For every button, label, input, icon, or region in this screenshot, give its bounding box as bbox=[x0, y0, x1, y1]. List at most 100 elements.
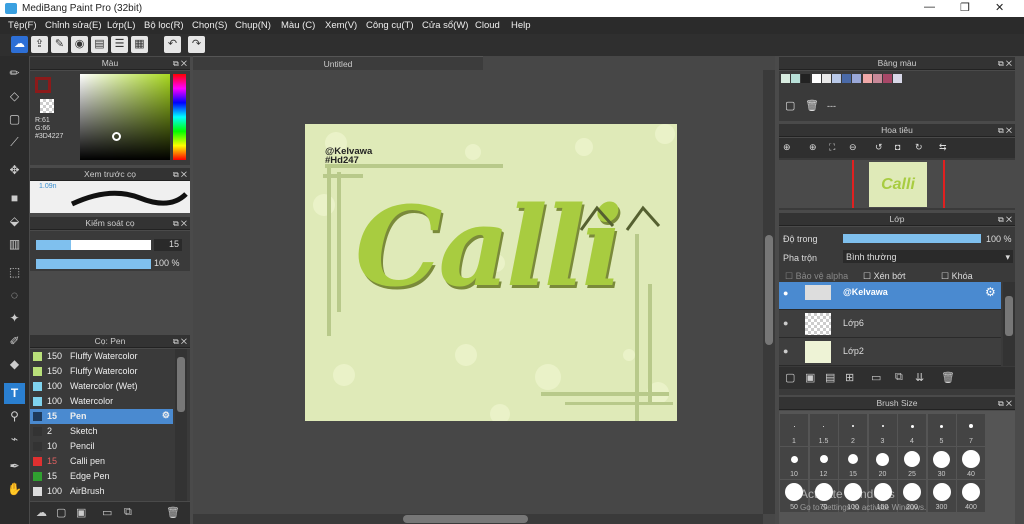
brush-size-cell[interactable]: 25 bbox=[898, 447, 926, 479]
brush-size-cell[interactable]: 15 bbox=[839, 447, 867, 479]
brush-list-item[interactable]: 150 Fluffy Watercolor bbox=[30, 349, 173, 364]
line-tool-icon[interactable]: ⟋ bbox=[4, 132, 25, 153]
brush-size-cell[interactable]: 40 bbox=[957, 447, 985, 479]
lasso-tool-icon[interactable]: ◌ bbox=[4, 285, 25, 306]
brush-size-cell[interactable]: 7 bbox=[957, 414, 985, 446]
menu-capture[interactable]: Chụp(N) bbox=[235, 20, 271, 31]
select-eraser-icon[interactable]: ◆ bbox=[4, 354, 25, 375]
brush-settings-icon[interactable]: ⚙ bbox=[162, 410, 170, 421]
palette-swatch[interactable] bbox=[832, 74, 841, 83]
palette-swatch[interactable] bbox=[862, 74, 872, 83]
brush-list-item[interactable]: 100 AirBrush bbox=[30, 484, 173, 499]
artboard[interactable]: @Kelvawa #Hd247 Calli bbox=[305, 124, 677, 421]
hue-slider[interactable] bbox=[173, 74, 186, 160]
select-tool-icon[interactable]: ⬚ bbox=[4, 262, 25, 283]
size-slider[interactable] bbox=[36, 240, 151, 250]
folder-icon[interactable]: ▭ bbox=[102, 506, 112, 519]
delete-palette-icon[interactable]: 🗑 bbox=[805, 99, 819, 112]
navigator-thumbnail-area[interactable]: Calli bbox=[779, 160, 1015, 208]
merge-layer-icon[interactable]: ⇊ bbox=[915, 371, 924, 384]
flip-icon[interactable]: ⇆ bbox=[939, 142, 947, 153]
duplicate-icon[interactable]: ⧉ bbox=[124, 506, 132, 519]
rotate-right-icon[interactable]: ↻ bbox=[915, 142, 923, 153]
tab-untitled[interactable]: Untitled bbox=[193, 56, 483, 70]
layer-row[interactable]: ● Lớp6 bbox=[779, 310, 1001, 338]
menu-view[interactable]: Xem(V) bbox=[325, 20, 357, 31]
brush-list-item[interactable]: 100 Watercolor bbox=[30, 394, 173, 409]
layer-row[interactable]: ● Lớp2 bbox=[779, 338, 1001, 366]
eraser-tool-icon[interactable]: ◇ bbox=[4, 86, 25, 107]
delete-brush-icon[interactable]: 🗑 bbox=[166, 506, 180, 519]
alpha-protect-checkbox[interactable]: ☐ Bảo vệ alpha bbox=[785, 271, 848, 282]
palette-swatch[interactable] bbox=[801, 74, 811, 83]
menu-color[interactable]: Màu (C) bbox=[281, 20, 315, 31]
brush-list-item[interactable]: 15 Edge Pen bbox=[30, 469, 173, 484]
layer-opacity-slider[interactable] bbox=[843, 234, 981, 243]
close-button[interactable]: ✕ bbox=[995, 1, 1004, 14]
brush-size-cell[interactable]: 20 bbox=[868, 447, 897, 479]
foreground-color-swatch[interactable] bbox=[35, 77, 51, 93]
layer-scrollbar[interactable] bbox=[1003, 282, 1015, 366]
menu-cloud[interactable]: Cloud bbox=[475, 20, 500, 31]
operation-tool-icon[interactable]: ⚲ bbox=[4, 406, 25, 427]
zoom-in-icon[interactable]: ⊕ bbox=[783, 142, 791, 153]
new-brush-icon[interactable]: ▢ bbox=[56, 506, 66, 519]
brush-scrollbar[interactable] bbox=[175, 349, 187, 501]
new-palette-icon[interactable]: ▢ bbox=[785, 99, 795, 112]
add-brush-icon[interactable]: ▣ bbox=[76, 506, 86, 519]
brush-list-item[interactable]: 15 Pen ⚙ bbox=[30, 409, 173, 424]
palette-swatch[interactable] bbox=[781, 74, 790, 83]
brush-size-cell[interactable]: 30 bbox=[927, 447, 956, 479]
redo-icon[interactable]: ↷ bbox=[188, 36, 205, 53]
layer-row[interactable]: ● @Kelvawa ⚙ bbox=[779, 282, 1001, 310]
color-picker-cursor[interactable] bbox=[112, 132, 121, 141]
background-color-swatch[interactable] bbox=[40, 99, 54, 113]
chat-icon[interactable]: ◉ bbox=[71, 36, 88, 53]
palette-swatch[interactable] bbox=[791, 74, 801, 83]
minimize-button[interactable]: — bbox=[924, 1, 935, 13]
brush-size-cell[interactable]: 300 bbox=[927, 480, 956, 512]
brush-size-cell[interactable]: 12 bbox=[809, 447, 838, 479]
blend-select[interactable]: Bình thường ▾ bbox=[843, 250, 1013, 263]
brush-list-item[interactable]: 15 Calli pen bbox=[30, 454, 173, 469]
brush-size-cell[interactable]: 1.5 bbox=[809, 414, 838, 446]
reset-icon[interactable]: ◘ bbox=[895, 142, 900, 152]
magic-wand-icon[interactable]: ✦ bbox=[4, 308, 25, 329]
visibility-icon[interactable]: ● bbox=[783, 346, 788, 356]
layer-folder-icon[interactable]: ▭ bbox=[871, 371, 881, 384]
brush-size-cell[interactable]: 4 bbox=[898, 414, 926, 446]
palette-swatch[interactable] bbox=[821, 74, 831, 83]
upload-icon[interactable]: ⇪ bbox=[31, 36, 48, 53]
menu-window[interactable]: Cửa sổ(W) bbox=[422, 20, 468, 31]
comment-icon[interactable]: ✎ bbox=[51, 36, 68, 53]
menu-file[interactable]: Tệp(F) bbox=[8, 20, 37, 31]
menu-select[interactable]: Chọn(S) bbox=[192, 20, 227, 31]
new-halftone-layer-icon[interactable]: ▣ bbox=[805, 371, 815, 384]
pen-tool-icon[interactable]: ✒ bbox=[4, 456, 25, 477]
palette-swatch[interactable] bbox=[883, 74, 892, 83]
saturation-value-picker[interactable] bbox=[80, 74, 170, 160]
gradient-tool-icon[interactable]: ▥ bbox=[4, 234, 25, 255]
bucket-tool-icon[interactable]: ⬙ bbox=[4, 211, 25, 232]
cloud-brush-icon[interactable]: ☁ bbox=[36, 506, 47, 519]
menu-filter[interactable]: Bộ lọc(R) bbox=[144, 20, 184, 31]
palette-swatch[interactable] bbox=[811, 74, 821, 83]
fill-rect-tool-icon[interactable]: ■ bbox=[4, 188, 25, 209]
new-layer-icon[interactable]: ▢ bbox=[785, 371, 795, 384]
hand-tool-icon[interactable]: ✋ bbox=[4, 479, 25, 500]
dropper-tool-icon[interactable]: ⌁ bbox=[4, 429, 25, 450]
menu-edit[interactable]: Chỉnh sửa(E) bbox=[45, 20, 102, 31]
text-tool-icon[interactable]: T bbox=[4, 383, 25, 404]
add-layer-menu-icon[interactable]: ⊞ bbox=[845, 371, 854, 384]
visibility-icon[interactable]: ● bbox=[783, 288, 788, 298]
palette-swatch[interactable] bbox=[852, 74, 862, 83]
cloud-icon[interactable]: ☁ bbox=[11, 36, 28, 53]
size-value[interactable]: 15 bbox=[154, 239, 182, 251]
brush-list-item[interactable]: 2 Sketch bbox=[30, 424, 173, 439]
delete-layer-icon[interactable]: 🗑 bbox=[941, 371, 955, 384]
menu-tools[interactable]: Công cụ(T) bbox=[366, 20, 414, 31]
brush-size-cell[interactable]: 3 bbox=[868, 414, 897, 446]
move-tool-icon[interactable]: ✥ bbox=[4, 160, 25, 181]
visibility-icon[interactable]: ● bbox=[783, 318, 788, 328]
vertical-scrollbar[interactable] bbox=[763, 70, 775, 514]
